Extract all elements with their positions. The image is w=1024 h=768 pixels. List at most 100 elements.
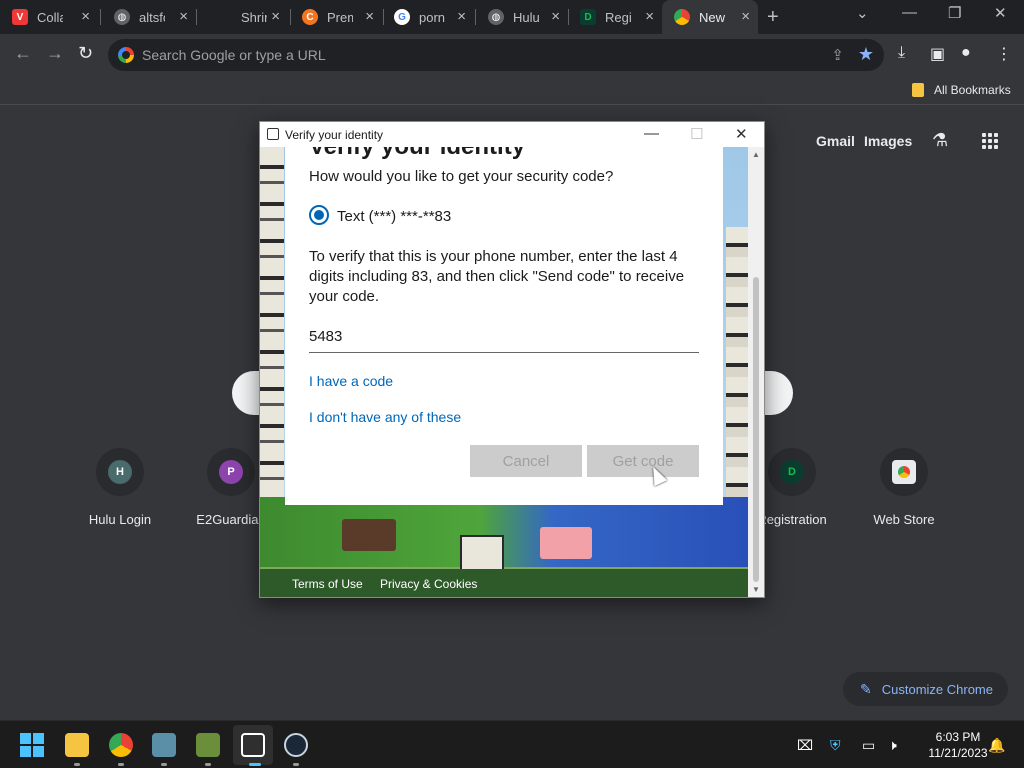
forward-icon[interactable]: → xyxy=(46,43,64,64)
dialog-scrollbar[interactable]: ▲ ▼ xyxy=(748,147,764,597)
share-icon[interactable]: ⇪ xyxy=(831,46,844,64)
running-indicator xyxy=(118,763,124,766)
apps-grid-icon[interactable] xyxy=(982,133,998,149)
minimize-icon[interactable]: — xyxy=(902,4,917,21)
text-option-radio[interactable] xyxy=(309,205,329,225)
close-icon[interactable]: × xyxy=(81,9,90,24)
cancel-button[interactable]: Cancel xyxy=(470,445,582,477)
close-icon[interactable]: × xyxy=(741,9,750,24)
windows-start-icon[interactable] xyxy=(20,733,44,757)
google-icon xyxy=(118,47,134,63)
tab-3[interactable]: Shrir × xyxy=(220,0,288,34)
folder-icon xyxy=(912,83,924,97)
tab-6[interactable]: ◍ Hulu × xyxy=(476,0,568,34)
shortcut-hulu-login[interactable]: H Hulu Login xyxy=(70,448,170,527)
google-icon: G xyxy=(394,9,410,25)
crunchyroll-icon: C xyxy=(302,9,318,25)
network-off-icon[interactable]: ⌧ xyxy=(797,737,813,754)
app-taskbar-icon[interactable] xyxy=(152,733,176,757)
clock-time: 6:03 PM xyxy=(935,730,981,744)
pencil-icon: ✎ xyxy=(860,680,872,697)
get-code-button[interactable]: Get code xyxy=(587,445,699,477)
images-link[interactable]: Images xyxy=(864,133,912,149)
dont-have-link[interactable]: I don't have any of these xyxy=(309,409,461,425)
globe-icon: ◍ xyxy=(114,9,130,25)
globe-icon: ◍ xyxy=(488,9,504,25)
close-icon[interactable]: × xyxy=(365,9,374,24)
minecraft-launcher-icon[interactable] xyxy=(196,733,220,757)
file-explorer-icon[interactable] xyxy=(65,733,89,757)
dialog-window-title: Verify your identity xyxy=(285,128,384,142)
maximize-icon[interactable]: ❐ xyxy=(948,4,961,22)
dialog-titlebar[interactable]: Verify your identity — ☐ ✕ xyxy=(260,122,764,147)
tab-search-icon[interactable]: ⌄ xyxy=(856,4,869,22)
chrome-taskbar-icon[interactable] xyxy=(109,733,133,757)
card-heading: Verify your identity xyxy=(309,147,525,161)
profile-icon[interactable]: ● xyxy=(961,44,971,62)
shortcut-web-store[interactable]: Web Store xyxy=(854,448,954,527)
gmail-link[interactable]: Gmail xyxy=(816,133,855,149)
side-panel-icon[interactable]: ▣ xyxy=(930,44,945,64)
text-option-label[interactable]: Text (***) ***-**83 xyxy=(337,208,451,225)
new-tab-button[interactable]: + xyxy=(767,6,779,29)
close-icon[interactable]: × xyxy=(179,9,188,24)
volume-muted-icon[interactable]: 🕨 xyxy=(888,737,897,754)
tab-label: Shrir xyxy=(241,9,267,25)
labs-flask-icon[interactable]: ⚗ xyxy=(932,130,948,151)
verify-card: Verify your identity How would you like … xyxy=(285,147,723,505)
notification-bell-icon[interactable]: 🔔 xyxy=(988,737,1005,754)
tab-label: Hulu xyxy=(513,9,539,25)
close-icon[interactable]: × xyxy=(645,9,654,24)
tab-1[interactable]: V Colla × xyxy=(0,0,98,34)
scroll-down-icon[interactable]: ▼ xyxy=(752,585,760,594)
running-indicator xyxy=(161,763,167,766)
bookmark-star-icon[interactable]: ★ xyxy=(858,44,874,65)
dialog-close-icon[interactable]: ✕ xyxy=(735,125,748,143)
registration-icon: D xyxy=(780,460,804,484)
verify-instructions: To verify that this is your phone number… xyxy=(309,248,685,305)
bookmarks-bar: All Bookmarks xyxy=(0,77,1024,105)
verify-window-taskbar-icon[interactable] xyxy=(241,733,265,757)
dialog-minimize-icon[interactable]: — xyxy=(644,125,659,142)
steam-icon[interactable] xyxy=(284,733,308,757)
menu-icon[interactable]: ⋮ xyxy=(996,44,1012,64)
clock-date: 11/21/2023 xyxy=(928,746,988,760)
tab-2[interactable]: ◍ altsfo × xyxy=(102,0,196,34)
close-window-icon[interactable]: ✕ xyxy=(994,4,1007,22)
terms-link[interactable]: Terms of Use xyxy=(292,577,363,591)
have-code-link[interactable]: I have a code xyxy=(309,373,393,389)
tab-active[interactable]: New × xyxy=(662,0,758,34)
tab-label: altsfo xyxy=(139,9,165,25)
pig-sprite xyxy=(540,527,592,559)
back-icon[interactable]: ← xyxy=(14,43,32,64)
birch-tree xyxy=(726,227,748,517)
all-bookmarks-button[interactable]: All Bookmarks xyxy=(934,83,1011,97)
close-icon[interactable]: × xyxy=(457,9,466,24)
shortcut-tile: D xyxy=(768,448,816,496)
steam-window-icon xyxy=(267,128,279,140)
taskbar: ⌧ ⛨ ▭ 🕨 6:03 PM 11/21/2023 🔔 xyxy=(0,720,1024,768)
close-icon[interactable]: × xyxy=(551,9,560,24)
tab-7[interactable]: D Regi × xyxy=(568,0,662,34)
display-icon[interactable]: ▭ xyxy=(862,737,875,754)
privacy-link[interactable]: Privacy & Cookies xyxy=(380,577,477,591)
e2guardian-icon: P xyxy=(219,460,243,484)
close-icon[interactable]: × xyxy=(271,9,280,24)
scrollbar-thumb[interactable] xyxy=(753,277,759,582)
download-icon[interactable]: ⤓ xyxy=(898,44,905,62)
address-bar[interactable]: Search Google or type a URL ⇪ ★ xyxy=(108,39,884,71)
defender-shield-icon[interactable]: ⛨ xyxy=(830,737,841,754)
running-indicator xyxy=(205,763,211,766)
reload-icon[interactable]: ↻ xyxy=(78,43,93,64)
shortcut-tile xyxy=(880,448,928,496)
scroll-up-icon[interactable]: ▲ xyxy=(752,150,760,159)
phone-digits-input[interactable] xyxy=(309,321,699,353)
customize-chrome-button[interactable]: ✎ Customize Chrome xyxy=(843,672,1008,706)
tab-4[interactable]: C Prem × xyxy=(290,0,382,34)
system-clock[interactable]: 6:03 PM 11/21/2023 xyxy=(918,729,998,761)
dialog-content: Verify your identity How would you like … xyxy=(260,147,748,597)
registration-site-icon: D xyxy=(580,9,596,25)
customize-label: Customize Chrome xyxy=(881,681,993,697)
browser-toolbar: ← → ↻ Search Google or type a URL ⇪ ★ ⤓ … xyxy=(0,34,1024,77)
tab-5[interactable]: G porn × xyxy=(382,0,474,34)
